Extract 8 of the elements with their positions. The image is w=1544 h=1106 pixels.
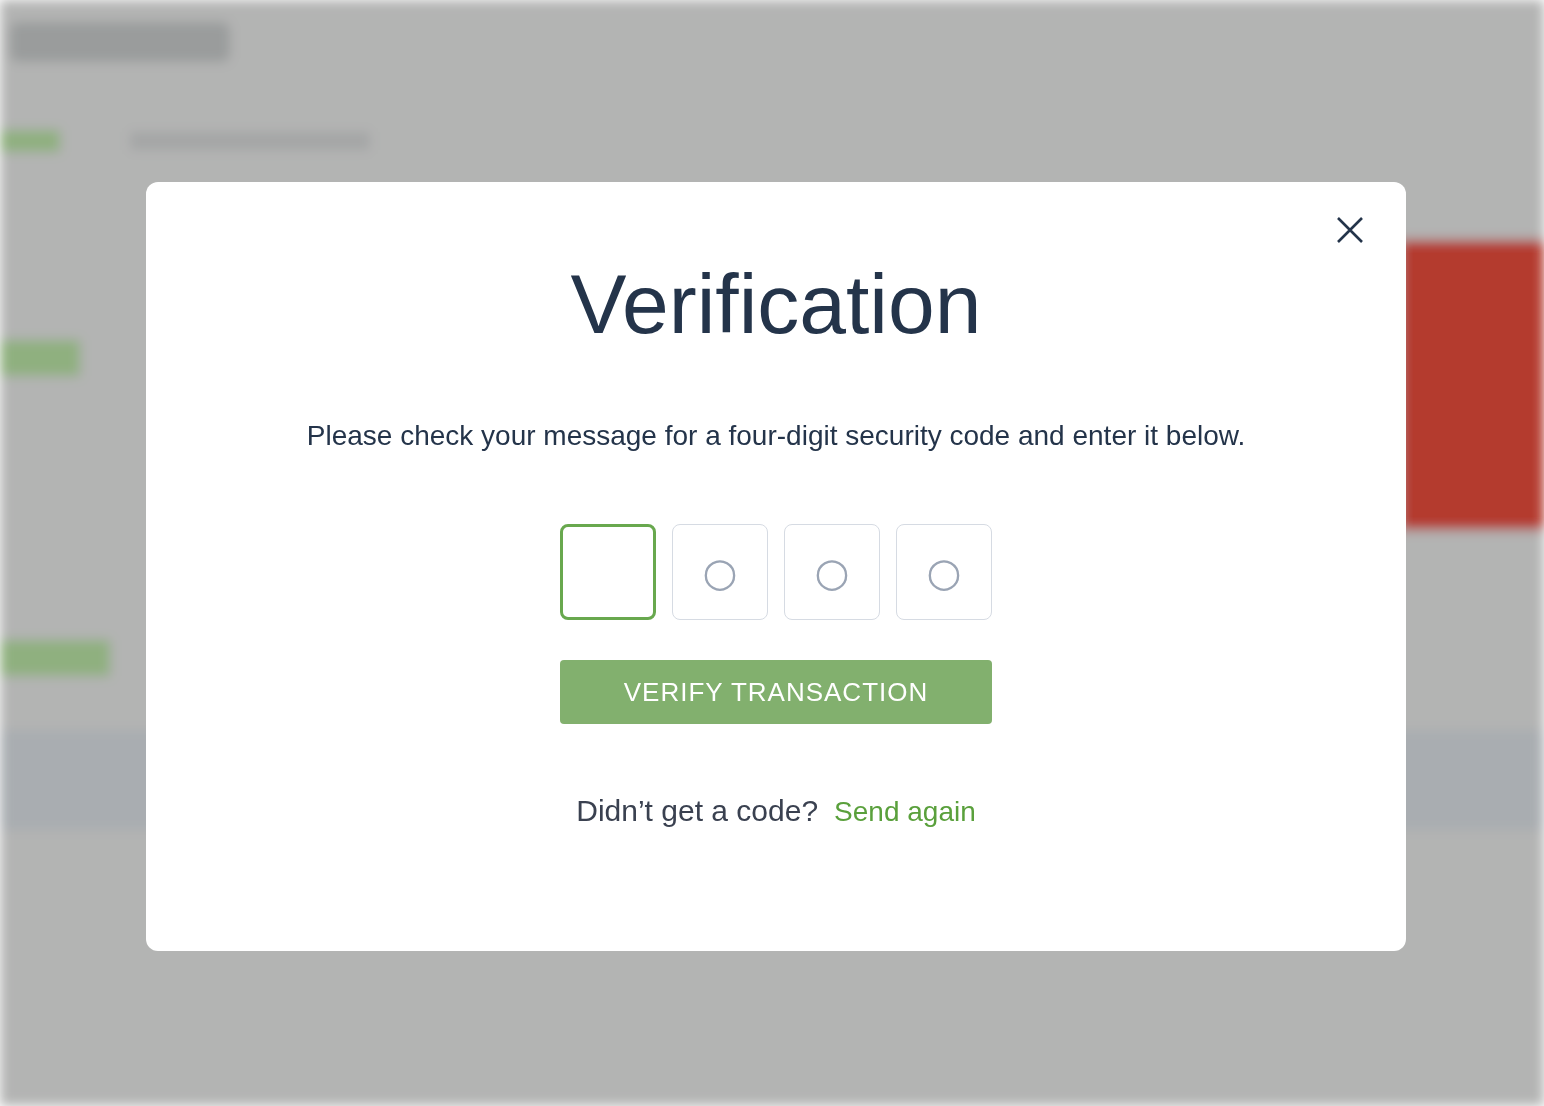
verify-button[interactable]: VERIFY TRANSACTION: [560, 660, 992, 724]
resend-prompt: Didn’t get a code?: [576, 794, 819, 828]
code-digit-field[interactable]: [560, 524, 656, 620]
instruction-text: Please check your message for a four-digit security code and enter it below.: [305, 419, 1247, 453]
blurred-tab: [0, 130, 60, 152]
send-again-link[interactable]: Send again: [834, 796, 976, 828]
dialog-title: Verification: [570, 256, 982, 353]
close-icon[interactable]: [1336, 216, 1364, 244]
